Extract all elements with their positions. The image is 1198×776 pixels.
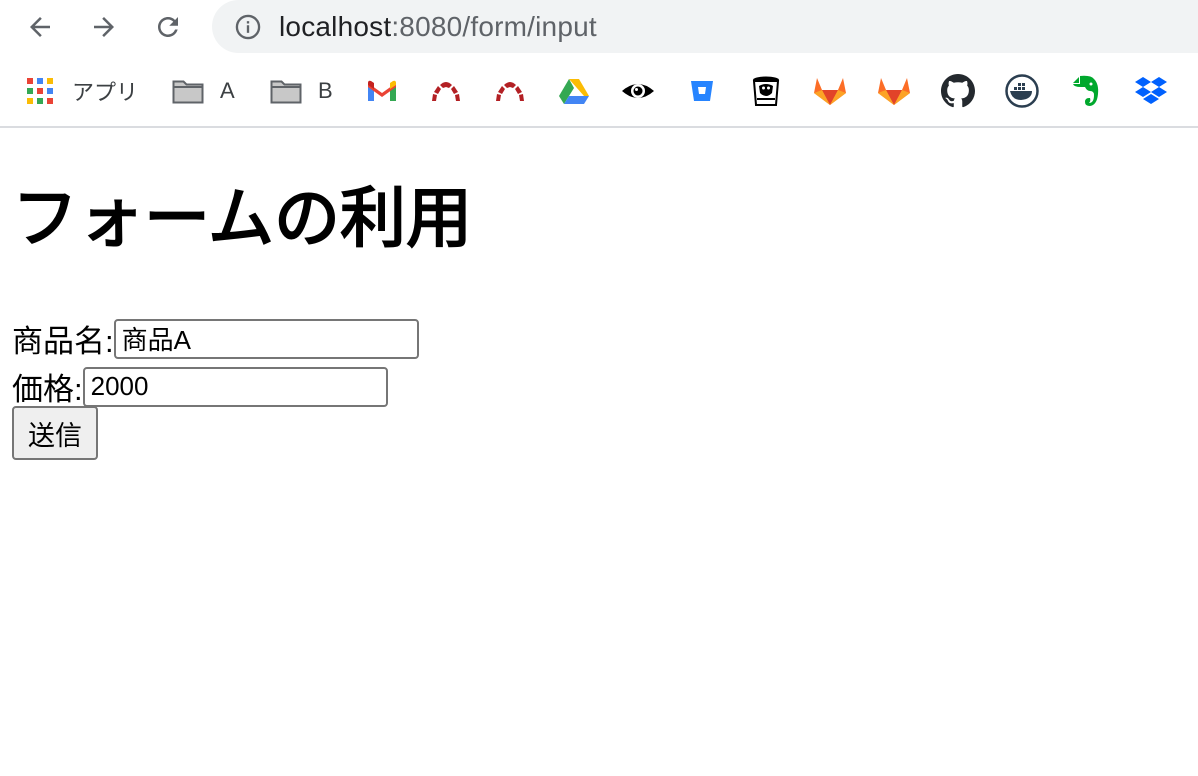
bookmark-gmail[interactable] — [366, 74, 398, 108]
submit-button[interactable]: 送信 — [12, 406, 98, 460]
product-name-input[interactable] — [113, 318, 419, 359]
evernote-icon — [1073, 75, 1099, 106]
jenkins-icon — [752, 76, 780, 106]
bookmark-redmine-2[interactable] — [494, 74, 526, 108]
eye-icon — [622, 84, 654, 98]
bookmark-docker[interactable] — [1005, 74, 1039, 108]
price-row: 価格: — [12, 364, 388, 409]
bookmark-google-drive[interactable] — [558, 74, 590, 108]
bookmark-folder-a-label: A — [220, 78, 235, 103]
bookmark-gitlab-1[interactable] — [813, 74, 847, 108]
redmine-icon — [496, 82, 524, 101]
back-button[interactable] — [20, 7, 60, 47]
gitlab-icon — [878, 78, 910, 105]
arrow-left-icon — [30, 17, 50, 37]
product-name-label: 商品名: — [12, 324, 114, 359]
bookmark-evernote[interactable] — [1071, 74, 1101, 108]
bookmark-apps-label: アプリ — [72, 80, 139, 105]
bookmark-folder-b-label: B — [318, 78, 333, 103]
gitlab-icon — [814, 78, 846, 105]
product-row: 商品名: — [12, 316, 419, 361]
google-drive-icon — [559, 79, 589, 104]
reload-icon — [158, 17, 178, 37]
docker-icon — [1005, 74, 1039, 108]
url-path: :8080/form/input — [391, 10, 597, 42]
bookmark-folder-a[interactable]: A — [172, 74, 235, 108]
bookmark-redmine-1[interactable] — [430, 74, 462, 108]
url-text[interactable]: localhost:8080/form/input — [279, 11, 597, 43]
apps-grid-icon — [27, 78, 53, 104]
bookmark-gitlab-2[interactable] — [877, 74, 911, 108]
page-title: フォームの利用 — [12, 181, 473, 255]
price-input[interactable] — [82, 366, 388, 407]
arrow-right-icon — [94, 17, 114, 37]
redmine-icon — [432, 82, 460, 101]
gmail-icon — [368, 80, 396, 101]
bookmark-jenkins[interactable] — [751, 74, 781, 108]
folder-icon — [172, 80, 204, 104]
bookmark-github[interactable] — [941, 74, 975, 108]
forward-button[interactable] — [84, 7, 124, 47]
info-circle-icon[interactable] — [233, 12, 263, 42]
bitbucket-icon — [691, 81, 713, 101]
folder-icon — [270, 80, 302, 104]
bookmark-apps[interactable]: アプリ — [26, 74, 138, 108]
bookmark-bitbucket[interactable] — [689, 74, 715, 108]
bookmark-dropbox[interactable] — [1134, 74, 1168, 108]
bookmark-folder-b[interactable]: B — [270, 74, 333, 108]
bookmark-eye[interactable] — [621, 74, 655, 108]
github-icon — [941, 74, 975, 108]
price-label: 価格: — [12, 372, 83, 407]
url-host: localhost — [279, 10, 392, 42]
address-bar[interactable]: localhost:8080/form/input — [212, 0, 1198, 53]
reload-button[interactable] — [148, 7, 188, 47]
bookmarks-bar: アプリ A B — [0, 54, 1198, 128]
browser-toolbar: localhost:8080/form/input — [0, 0, 1198, 54]
dropbox-icon — [1135, 77, 1167, 104]
